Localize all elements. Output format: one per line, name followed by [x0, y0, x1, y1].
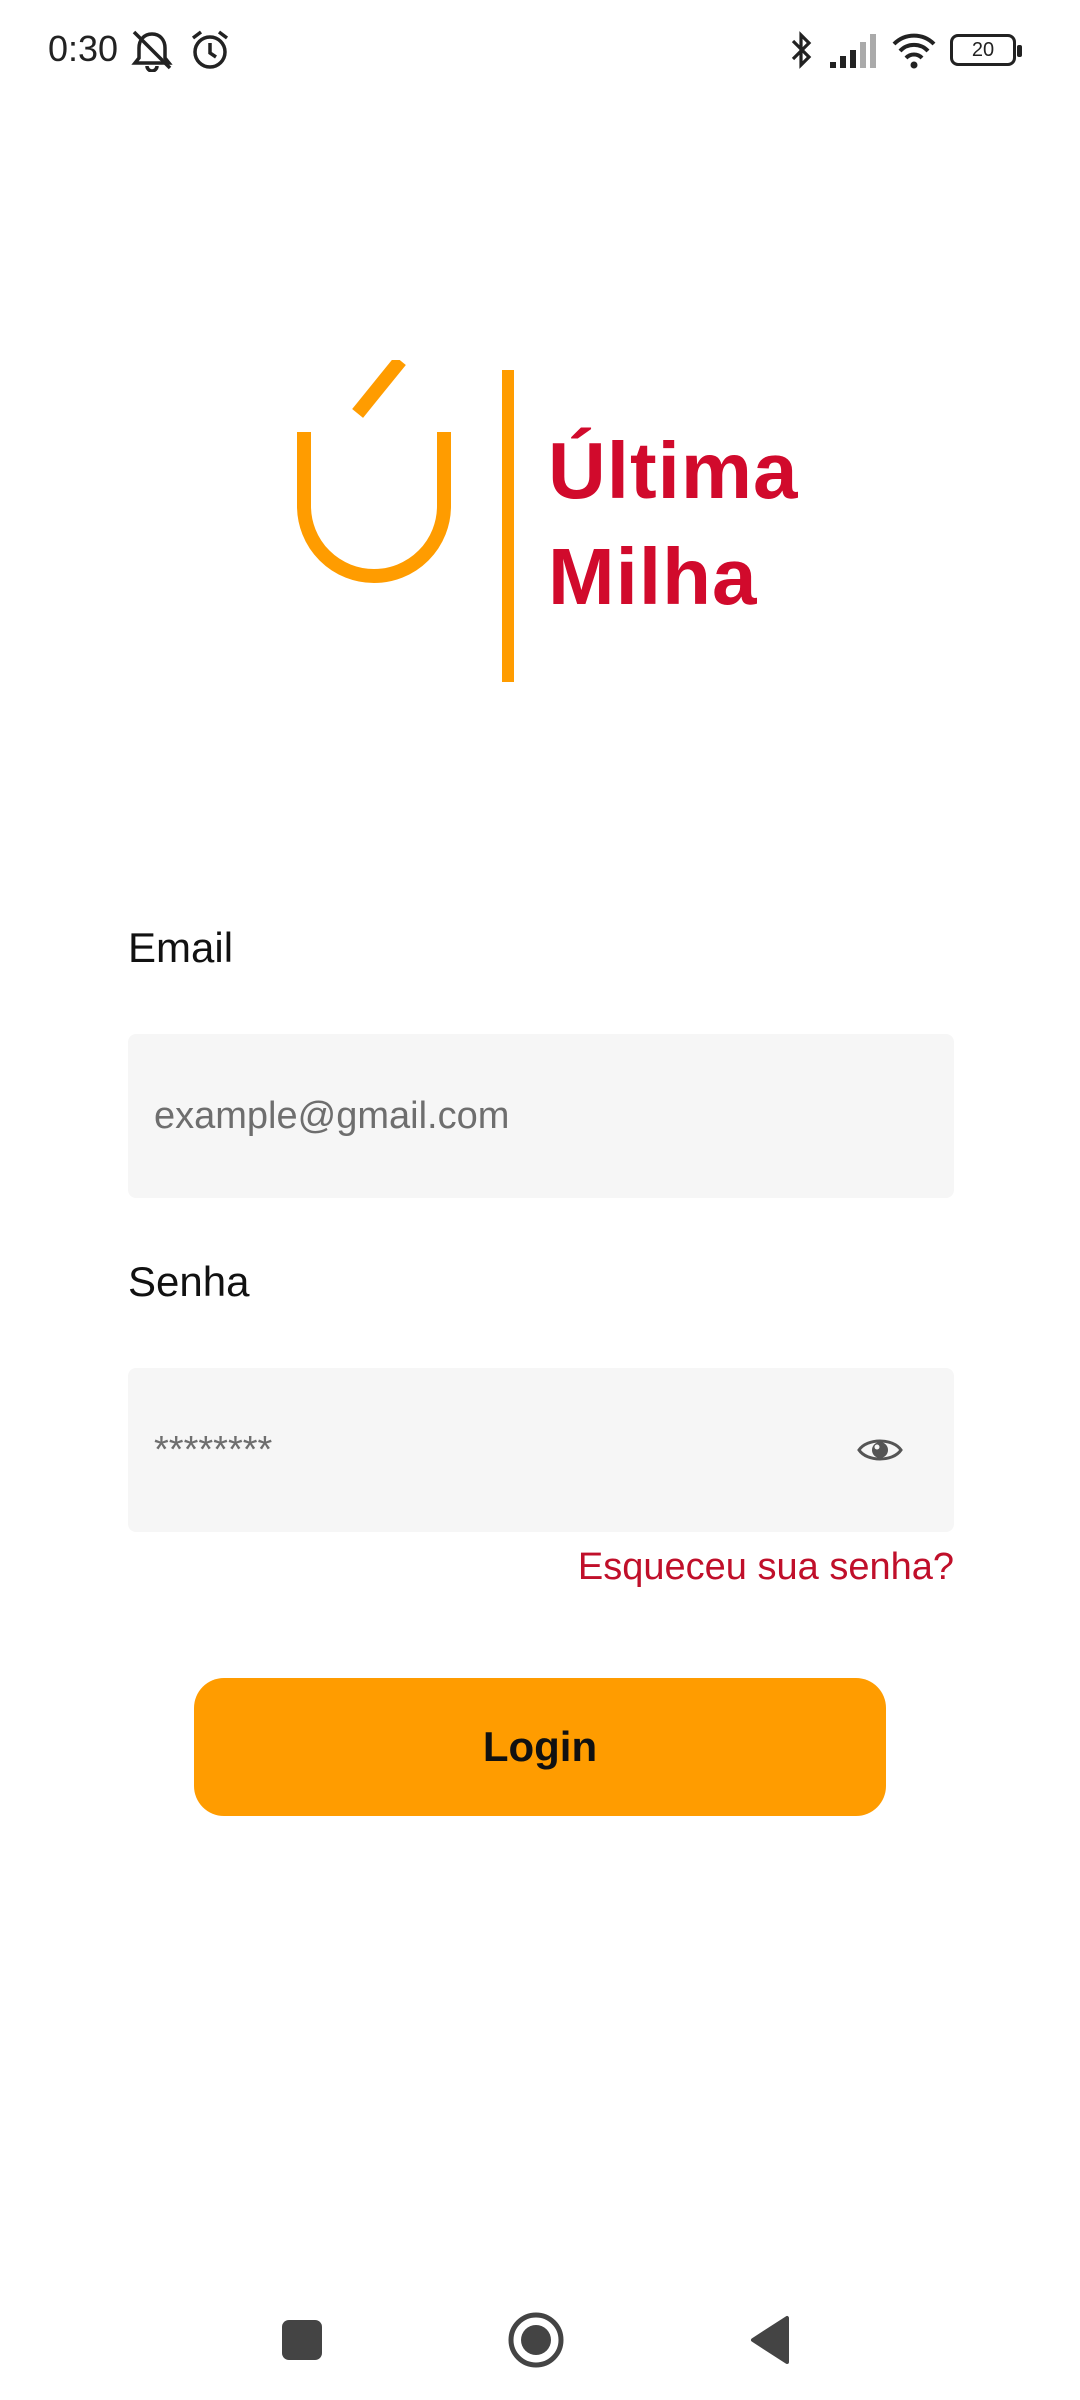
mute-icon: [131, 30, 173, 72]
forgot-password-link[interactable]: Esqueceu sua senha?: [578, 1546, 954, 1589]
email-field-box: [128, 1034, 954, 1198]
app-logo: Última Milha: [290, 360, 830, 690]
battery-level: 20: [971, 38, 995, 61]
home-icon: [508, 2312, 564, 2368]
home-button[interactable]: [496, 2300, 576, 2380]
back-button[interactable]: [730, 2300, 810, 2380]
logo-line-1: Última: [548, 426, 799, 515]
alarm-icon: [191, 30, 229, 69]
password-field-box: [128, 1368, 954, 1532]
recents-button[interactable]: [262, 2300, 342, 2380]
login-button[interactable]: Login: [194, 1678, 886, 1816]
wifi-icon: [892, 33, 936, 69]
bluetooth-icon: [791, 31, 812, 69]
login-screen: 0:30 20 Última Milha Email example@gmail…: [0, 0, 1080, 2400]
status-bar: 0:30 20: [0, 0, 1080, 100]
password-label: Senha: [128, 1258, 250, 1305]
password-input[interactable]: [154, 1368, 854, 1532]
battery-icon: 20: [950, 34, 1022, 66]
recents-icon: [282, 2320, 322, 2360]
email-label: Email: [128, 924, 234, 971]
back-icon: [751, 2316, 789, 2364]
logo-line-2: Milha: [548, 532, 758, 621]
logo-text: Última Milha: [548, 418, 799, 630]
email-input[interactable]: [154, 1034, 854, 1198]
signal-icon: [830, 34, 876, 68]
status-time: 0:30: [48, 28, 119, 69]
eye-icon[interactable]: [856, 1430, 904, 1470]
